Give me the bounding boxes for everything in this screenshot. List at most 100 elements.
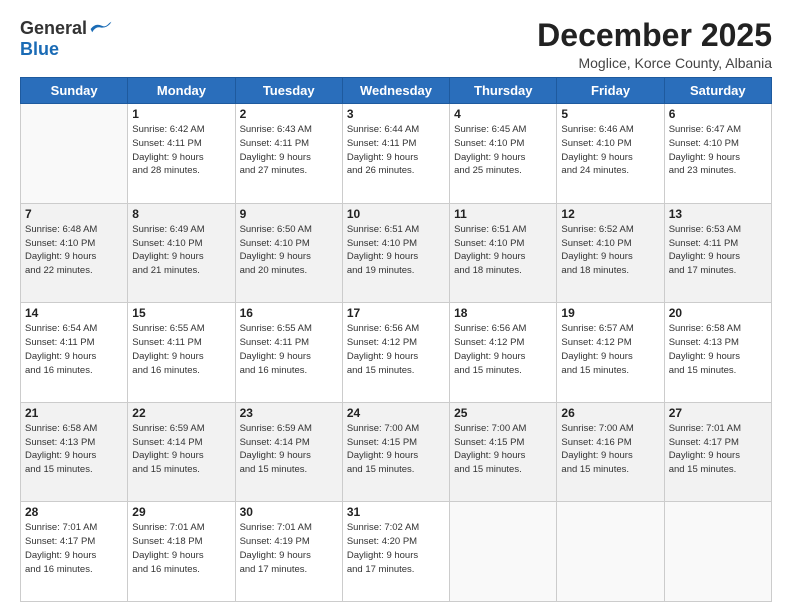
calendar-cell: 31 Sunrise: 7:02 AMSunset: 4:20 PMDayligh… — [342, 502, 449, 602]
calendar-cell: 2 Sunrise: 6:43 AMSunset: 4:11 PMDaylight… — [235, 104, 342, 204]
day-number: 11 — [454, 207, 552, 221]
calendar-cell: 18Sunrise: 6:56 AMSunset: 4:12 PMDayligh… — [450, 303, 557, 403]
day-number: 6 — [669, 107, 767, 121]
day-header-thursday: Thursday — [450, 78, 557, 104]
calendar-week-row: 7 Sunrise: 6:48 AMSunset: 4:10 PMDaylight… — [21, 203, 772, 303]
day-info: Sunrise: 6:45 AMSunset: 4:10 PMDaylight:… — [454, 123, 552, 178]
day-info: Sunrise: 7:01 AMSunset: 4:17 PMDaylight:… — [25, 521, 123, 576]
day-number: 8 — [132, 207, 230, 221]
calendar-cell: 15Sunrise: 6:55 AMSunset: 4:11 PMDayligh… — [128, 303, 235, 403]
day-number: 2 — [240, 107, 338, 121]
calendar-cell: 6 Sunrise: 6:47 AMSunset: 4:10 PMDaylight… — [664, 104, 771, 204]
day-number: 9 — [240, 207, 338, 221]
calendar-week-row: 21 Sunrise: 6:58 AMSunset: 4:13 PMDayligh… — [21, 402, 772, 502]
calendar-cell: 7 Sunrise: 6:48 AMSunset: 4:10 PMDaylight… — [21, 203, 128, 303]
calendar-cell: 19 Sunrise: 6:57 AMSunset: 4:12 PMDayligh… — [557, 303, 664, 403]
day-header-sunday: Sunday — [21, 78, 128, 104]
day-info: Sunrise: 6:59 AMSunset: 4:14 PMDaylight:… — [240, 422, 338, 477]
day-header-monday: Monday — [128, 78, 235, 104]
day-info: Sunrise: 6:56 AMSunset: 4:12 PMDaylight:… — [347, 322, 445, 377]
day-info: Sunrise: 6:48 AMSunset: 4:10 PMDaylight:… — [25, 223, 123, 278]
header: General Blue December 2025 Moglice, Korc… — [20, 18, 772, 71]
day-info: Sunrise: 7:00 AMSunset: 4:16 PMDaylight:… — [561, 422, 659, 477]
day-info: Sunrise: 6:52 AMSunset: 4:10 PMDaylight:… — [561, 223, 659, 278]
calendar-cell: 12Sunrise: 6:52 AMSunset: 4:10 PMDayligh… — [557, 203, 664, 303]
day-info: Sunrise: 7:01 AMSunset: 4:18 PMDaylight:… — [132, 521, 230, 576]
day-info: Sunrise: 6:51 AMSunset: 4:10 PMDaylight:… — [347, 223, 445, 278]
day-info: Sunrise: 6:49 AMSunset: 4:10 PMDaylight:… — [132, 223, 230, 278]
day-info: Sunrise: 6:56 AMSunset: 4:12 PMDaylight:… — [454, 322, 552, 377]
page: General Blue December 2025 Moglice, Korc… — [0, 0, 792, 612]
calendar-cell: 27Sunrise: 7:01 AMSunset: 4:17 PMDayligh… — [664, 402, 771, 502]
day-info: Sunrise: 7:01 AMSunset: 4:19 PMDaylight:… — [240, 521, 338, 576]
calendar-cell: 17 Sunrise: 6:56 AMSunset: 4:12 PMDayligh… — [342, 303, 449, 403]
logo-blue-text: Blue — [20, 39, 59, 60]
day-number: 7 — [25, 207, 123, 221]
calendar-table: Sunday Monday Tuesday Wednesday Thursday… — [20, 77, 772, 602]
day-info: Sunrise: 6:58 AMSunset: 4:13 PMDaylight:… — [25, 422, 123, 477]
day-info: Sunrise: 6:55 AMSunset: 4:11 PMDaylight:… — [240, 322, 338, 377]
day-info: Sunrise: 6:43 AMSunset: 4:11 PMDaylight:… — [240, 123, 338, 178]
day-number: 30 — [240, 505, 338, 519]
day-number: 21 — [25, 406, 123, 420]
calendar-cell — [450, 502, 557, 602]
calendar-cell: 1Sunrise: 6:42 AMSunset: 4:11 PMDaylight… — [128, 104, 235, 204]
day-number: 31 — [347, 505, 445, 519]
calendar-cell: 21 Sunrise: 6:58 AMSunset: 4:13 PMDayligh… — [21, 402, 128, 502]
day-info: Sunrise: 6:53 AMSunset: 4:11 PMDaylight:… — [669, 223, 767, 278]
calendar-week-row: 14 Sunrise: 6:54 AMSunset: 4:11 PMDayligh… — [21, 303, 772, 403]
day-header-wednesday: Wednesday — [342, 78, 449, 104]
logo-bird-icon — [89, 20, 113, 38]
day-number: 24 — [347, 406, 445, 420]
day-number: 5 — [561, 107, 659, 121]
calendar-cell: 13Sunrise: 6:53 AMSunset: 4:11 PMDayligh… — [664, 203, 771, 303]
calendar-week-row: 28Sunrise: 7:01 AMSunset: 4:17 PMDayligh… — [21, 502, 772, 602]
day-number: 29 — [132, 505, 230, 519]
day-number: 17 — [347, 306, 445, 320]
day-number: 19 — [561, 306, 659, 320]
month-title: December 2025 — [537, 18, 772, 53]
day-info: Sunrise: 6:54 AMSunset: 4:11 PMDaylight:… — [25, 322, 123, 377]
day-info: Sunrise: 6:59 AMSunset: 4:14 PMDaylight:… — [132, 422, 230, 477]
calendar-cell — [21, 104, 128, 204]
calendar-cell: 22 Sunrise: 6:59 AMSunset: 4:14 PMDayligh… — [128, 402, 235, 502]
day-number: 4 — [454, 107, 552, 121]
day-number: 14 — [25, 306, 123, 320]
calendar-cell: 5Sunrise: 6:46 AMSunset: 4:10 PMDaylight… — [557, 104, 664, 204]
day-number: 10 — [347, 207, 445, 221]
calendar-cell: 9Sunrise: 6:50 AMSunset: 4:10 PMDaylight… — [235, 203, 342, 303]
logo-general-text: General — [20, 18, 87, 39]
day-number: 15 — [132, 306, 230, 320]
day-number: 16 — [240, 306, 338, 320]
calendar-cell: 20Sunrise: 6:58 AMSunset: 4:13 PMDayligh… — [664, 303, 771, 403]
calendar-cell: 3 Sunrise: 6:44 AMSunset: 4:11 PMDaylight… — [342, 104, 449, 204]
day-info: Sunrise: 7:00 AMSunset: 4:15 PMDaylight:… — [454, 422, 552, 477]
calendar-cell — [664, 502, 771, 602]
calendar-cell: 25Sunrise: 7:00 AMSunset: 4:15 PMDayligh… — [450, 402, 557, 502]
calendar-cell: 28Sunrise: 7:01 AMSunset: 4:17 PMDayligh… — [21, 502, 128, 602]
calendar-cell: 26 Sunrise: 7:00 AMSunset: 4:16 PMDayligh… — [557, 402, 664, 502]
calendar-cell: 14 Sunrise: 6:54 AMSunset: 4:11 PMDayligh… — [21, 303, 128, 403]
day-header-saturday: Saturday — [664, 78, 771, 104]
calendar-header-row: Sunday Monday Tuesday Wednesday Thursday… — [21, 78, 772, 104]
day-number: 1 — [132, 107, 230, 121]
day-info: Sunrise: 6:44 AMSunset: 4:11 PMDaylight:… — [347, 123, 445, 178]
day-number: 23 — [240, 406, 338, 420]
day-number: 22 — [132, 406, 230, 420]
day-info: Sunrise: 6:57 AMSunset: 4:12 PMDaylight:… — [561, 322, 659, 377]
day-info: Sunrise: 6:51 AMSunset: 4:10 PMDaylight:… — [454, 223, 552, 278]
calendar-cell: 30 Sunrise: 7:01 AMSunset: 4:19 PMDayligh… — [235, 502, 342, 602]
calendar-cell: 23 Sunrise: 6:59 AMSunset: 4:14 PMDayligh… — [235, 402, 342, 502]
calendar-week-row: 1Sunrise: 6:42 AMSunset: 4:11 PMDaylight… — [21, 104, 772, 204]
day-number: 26 — [561, 406, 659, 420]
calendar-cell: 10 Sunrise: 6:51 AMSunset: 4:10 PMDayligh… — [342, 203, 449, 303]
day-info: Sunrise: 6:47 AMSunset: 4:10 PMDaylight:… — [669, 123, 767, 178]
day-header-friday: Friday — [557, 78, 664, 104]
day-number: 3 — [347, 107, 445, 121]
day-number: 20 — [669, 306, 767, 320]
location-subtitle: Moglice, Korce County, Albania — [537, 55, 772, 71]
calendar-cell: 29 Sunrise: 7:01 AMSunset: 4:18 PMDayligh… — [128, 502, 235, 602]
day-info: Sunrise: 7:02 AMSunset: 4:20 PMDaylight:… — [347, 521, 445, 576]
calendar-cell: 8 Sunrise: 6:49 AMSunset: 4:10 PMDaylight… — [128, 203, 235, 303]
calendar-cell — [557, 502, 664, 602]
